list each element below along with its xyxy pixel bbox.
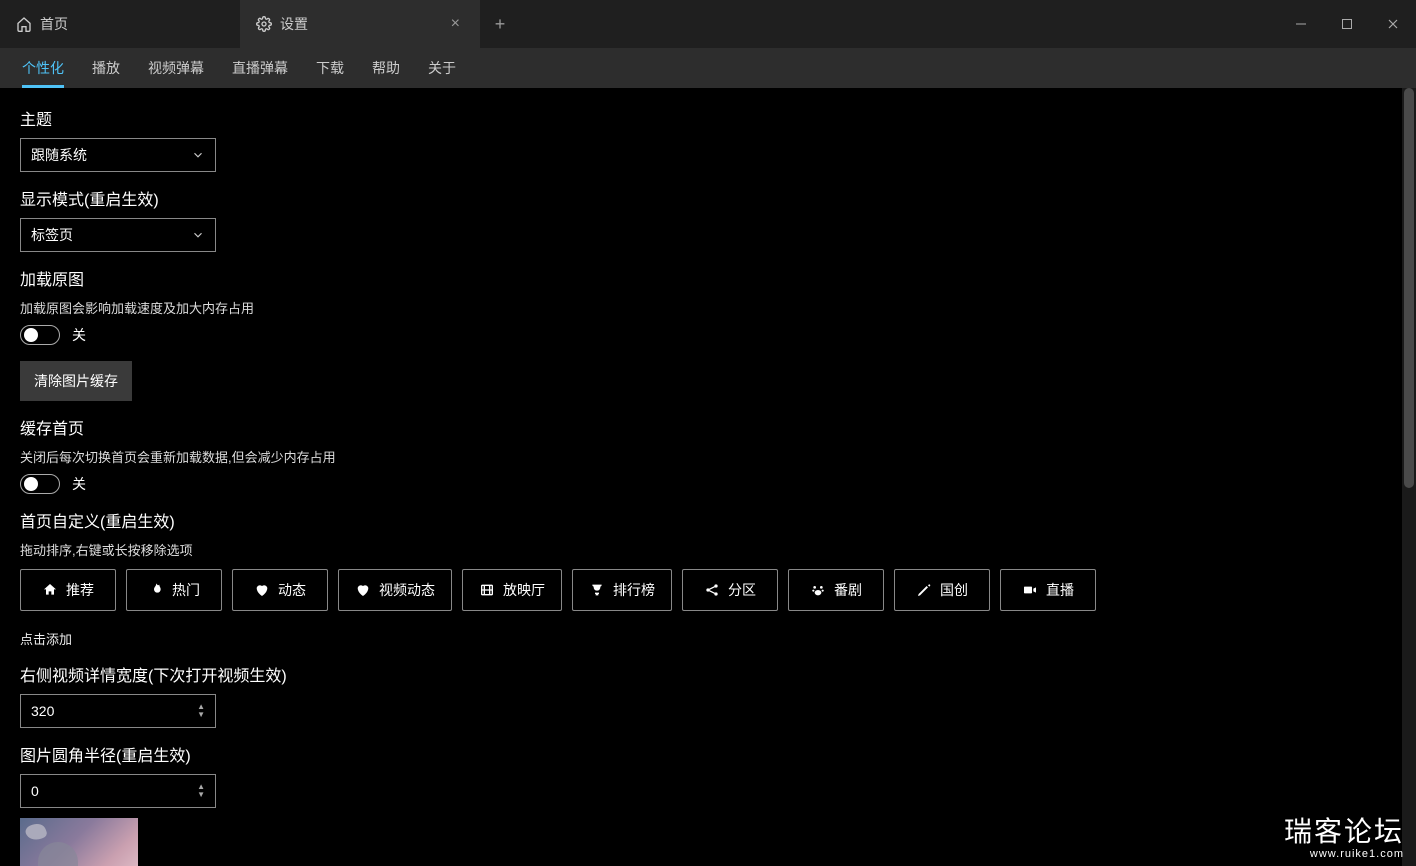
- cache-home-state: 关: [72, 474, 86, 494]
- share-icon: [704, 582, 720, 598]
- subnav-video-danmaku[interactable]: 视频弹幕: [134, 48, 218, 88]
- right-width-title: 右侧视频详情宽度(下次打开视频生效): [20, 662, 1382, 686]
- settings-subnav: 个性化 播放 视频弹幕 直播弹幕 下载 帮助 关于: [0, 48, 1416, 88]
- chevron-down-icon: [191, 148, 205, 162]
- display-mode-title: 显示模式(重启生效): [20, 186, 1382, 210]
- corner-radius-value: 0: [31, 783, 39, 799]
- scrollbar-track[interactable]: [1402, 88, 1416, 866]
- chip-dynamic[interactable]: 动态: [232, 569, 328, 611]
- chip-recommend[interactable]: 推荐: [20, 569, 116, 611]
- tab-home[interactable]: 首页: [0, 0, 240, 48]
- clear-image-cache-button[interactable]: 清除图片缓存: [20, 361, 132, 401]
- heart-icon: [254, 582, 270, 598]
- cache-home-desc: 关闭后每次切换首页会重新加载数据,但会减少内存占用: [20, 447, 1382, 466]
- chip-cinema[interactable]: 放映厅: [462, 569, 562, 611]
- corner-radius-input[interactable]: 0 ▲▼: [20, 774, 216, 808]
- theme-select[interactable]: 跟随系统: [20, 138, 216, 172]
- close-window-button[interactable]: [1370, 0, 1416, 48]
- add-chip-hint[interactable]: 点击添加: [20, 629, 1382, 648]
- display-mode-select[interactable]: 标签页: [20, 218, 216, 252]
- load-original-state: 关: [72, 325, 86, 345]
- cache-home-toggle[interactable]: [20, 474, 60, 494]
- chip-ranking[interactable]: 排行榜: [572, 569, 672, 611]
- home-custom-chips: 推荐 热门 动态 视频动态 放映厅 排行榜 分区 番剧: [20, 569, 1382, 611]
- flame-icon: [148, 582, 164, 598]
- chip-video-dynamic[interactable]: 视频动态: [338, 569, 452, 611]
- home-icon: [16, 16, 32, 32]
- subnav-help[interactable]: 帮助: [358, 48, 414, 88]
- minimize-button[interactable]: [1278, 0, 1324, 48]
- subnav-playback[interactable]: 播放: [78, 48, 134, 88]
- tab-settings[interactable]: 设置 ×: [240, 0, 480, 48]
- theme-value: 跟随系统: [31, 145, 87, 165]
- subnav-personalize[interactable]: 个性化: [8, 48, 78, 88]
- chip-live[interactable]: 直播: [1000, 569, 1096, 611]
- paw-icon: [810, 582, 826, 598]
- pen-icon: [916, 582, 932, 598]
- home-custom-desc: 拖动排序,右键或长按移除选项: [20, 540, 1382, 559]
- maximize-button[interactable]: [1324, 0, 1370, 48]
- display-mode-value: 标签页: [31, 225, 73, 245]
- stepper-arrows-icon[interactable]: ▲▼: [197, 783, 205, 799]
- gear-icon: [256, 16, 272, 32]
- load-original-toggle[interactable]: [20, 325, 60, 345]
- film-icon: [479, 582, 495, 598]
- corner-radius-title: 图片圆角半径(重启生效): [20, 742, 1382, 766]
- tab-label: 设置: [280, 14, 308, 34]
- load-original-title: 加载原图: [20, 266, 1382, 290]
- scrollbar-thumb[interactable]: [1404, 88, 1414, 488]
- theme-title: 主题: [20, 106, 1382, 130]
- chip-hot[interactable]: 热门: [126, 569, 222, 611]
- tab-label: 首页: [40, 14, 68, 34]
- subnav-live-danmaku[interactable]: 直播弹幕: [218, 48, 302, 88]
- load-original-desc: 加载原图会影响加载速度及加大内存占用: [20, 298, 1382, 317]
- stepper-arrows-icon[interactable]: ▲▼: [197, 703, 205, 719]
- chip-guochuang[interactable]: 国创: [894, 569, 990, 611]
- window-controls: [1278, 0, 1416, 48]
- new-tab-button[interactable]: +: [480, 0, 520, 48]
- corner-preview-image: [20, 818, 138, 866]
- home-custom-title: 首页自定义(重启生效): [20, 508, 1382, 532]
- right-width-value: 320: [31, 703, 54, 719]
- subnav-download[interactable]: 下载: [302, 48, 358, 88]
- trophy-icon: [589, 582, 605, 598]
- chevron-down-icon: [191, 228, 205, 242]
- home-icon: [42, 582, 58, 598]
- heart-icon: [355, 582, 371, 598]
- video-icon: [1022, 582, 1038, 598]
- titlebar: 首页 设置 × +: [0, 0, 1416, 48]
- right-width-input[interactable]: 320 ▲▼: [20, 694, 216, 728]
- settings-content: 主题 跟随系统 显示模式(重启生效) 标签页 加载原图 加载原图会影响加载速度及…: [0, 88, 1402, 866]
- chip-bangumi[interactable]: 番剧: [788, 569, 884, 611]
- subnav-about[interactable]: 关于: [414, 48, 470, 88]
- chip-zone[interactable]: 分区: [682, 569, 778, 611]
- cache-home-title: 缓存首页: [20, 415, 1382, 439]
- close-icon[interactable]: ×: [447, 15, 464, 33]
